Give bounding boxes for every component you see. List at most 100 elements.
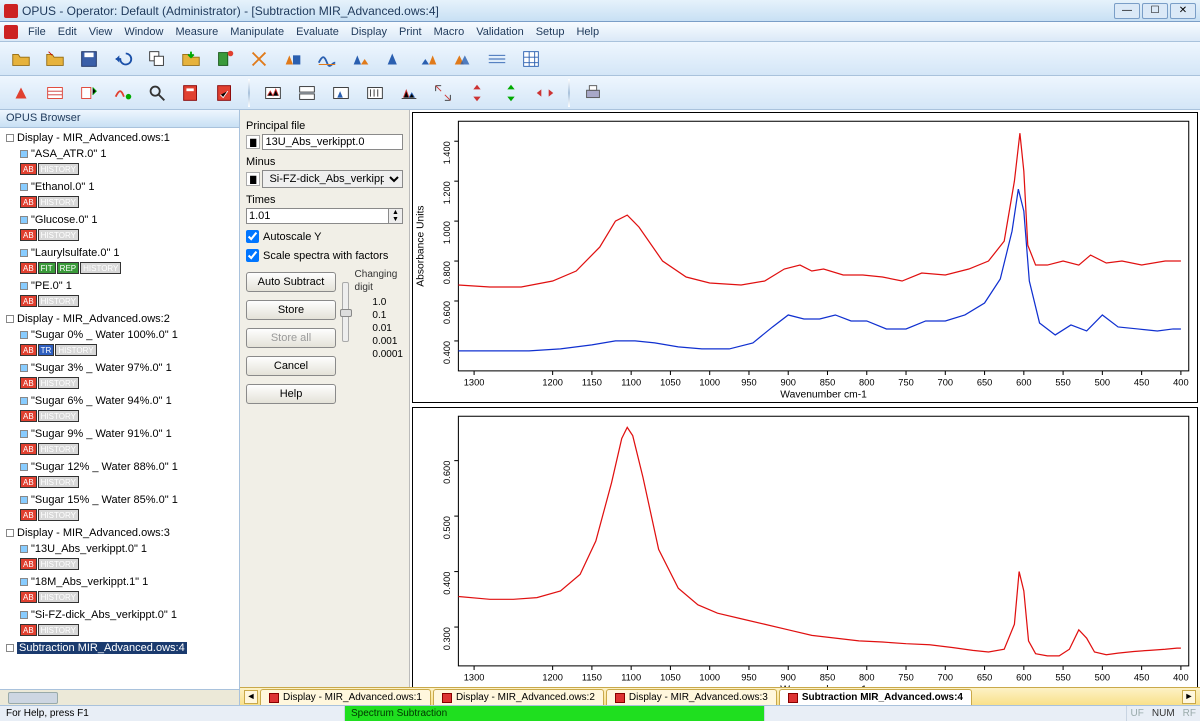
overlay-chart[interactable]: 0.4000.6000.8001.0001.2001.4001300120011… [412, 112, 1198, 403]
spectra-list-icon[interactable] [40, 78, 70, 108]
table-icon[interactable] [516, 44, 546, 74]
minimize-button[interactable]: — [1114, 3, 1140, 19]
stack-icon[interactable] [482, 44, 512, 74]
times-spinner[interactable]: ▲▼ [389, 208, 403, 224]
tree-group[interactable]: Subtraction MIR_Advanced.ows:4 [4, 640, 239, 656]
arrows-h-icon[interactable] [530, 78, 560, 108]
print-icon[interactable] [578, 78, 608, 108]
menu-edit[interactable]: Edit [52, 24, 83, 40]
minus-file-select[interactable]: Si-FZ-dick_Abs_verkipp [262, 170, 403, 188]
tree-item[interactable]: "Sugar 6% _ Water 94%.0" 1ABHISTORY [18, 393, 239, 426]
digit-option[interactable]: 0.0001 [372, 348, 403, 361]
store-button[interactable]: Store [246, 300, 336, 320]
cut-icon[interactable] [244, 44, 274, 74]
view-lines-icon[interactable] [360, 78, 390, 108]
tab-scroll-left[interactable]: ◄ [244, 690, 258, 704]
tree-item[interactable]: "13U_Abs_verkippt.0" 1ABHISTORY [18, 541, 239, 574]
document-tab[interactable]: Display - MIR_Advanced.ows:1 [260, 689, 431, 705]
cancel-button[interactable]: Cancel [246, 356, 336, 376]
file-tree[interactable]: Display - MIR_Advanced.ows:1"ASA_ATR.0" … [0, 128, 239, 689]
help-button[interactable]: Help [246, 384, 336, 404]
times-input[interactable] [246, 208, 389, 224]
library-icon[interactable] [176, 78, 206, 108]
tree-item[interactable]: "Sugar 3% _ Water 97%.0" 1ABHISTORY [18, 360, 239, 393]
tree-item[interactable]: "Sugar 9% _ Water 91%.0" 1ABHISTORY [18, 426, 239, 459]
tree-item[interactable]: "ASA_ATR.0" 1ABHISTORY [18, 146, 239, 179]
scale-factors-checkbox[interactable] [246, 249, 259, 262]
tree-item[interactable]: "18M_Abs_verkippt.1" 1ABHISTORY [18, 574, 239, 607]
measure-icon[interactable] [210, 44, 240, 74]
tree-group[interactable]: Display - MIR_Advanced.ows:1 [4, 130, 239, 146]
tree-item[interactable]: "Laurylsulfate.0" 1ABFITREPHISTORY [18, 245, 239, 278]
search-icon[interactable] [142, 78, 172, 108]
auto-bl-icon[interactable] [108, 78, 138, 108]
document-tab[interactable]: Display - MIR_Advanced.ows:2 [433, 689, 604, 705]
menu-window[interactable]: Window [118, 24, 169, 40]
tab-scroll-right[interactable]: ► [1182, 690, 1196, 704]
send-icon[interactable] [176, 44, 206, 74]
result-chart[interactable]: 0.3000.4000.5000.60013001200115011001050… [412, 407, 1198, 687]
tree-item[interactable]: "Glucose.0" 1ABHISTORY [18, 212, 239, 245]
menu-display[interactable]: Display [345, 24, 393, 40]
arrows-v2-icon[interactable] [496, 78, 526, 108]
quant-icon[interactable] [74, 78, 104, 108]
overlay-icon[interactable] [448, 44, 478, 74]
auto-subtract-button[interactable]: Auto Subtract [246, 272, 336, 292]
lib2-icon[interactable] [210, 78, 240, 108]
menu-measure[interactable]: Measure [169, 24, 224, 40]
svg-text:750: 750 [898, 672, 913, 682]
menu-macro[interactable]: Macro [428, 24, 471, 40]
changing-digit-label: Changing digit [355, 268, 403, 294]
maximize-button[interactable]: ☐ [1142, 3, 1168, 19]
tree-item[interactable]: "PE.0" 1ABHISTORY [18, 278, 239, 311]
tree-item[interactable]: "Sugar 0% _ Water 100%.0" 1ABTRHISTORY [18, 327, 239, 360]
expand-icon[interactable] [428, 78, 458, 108]
tree-item[interactable]: "Sugar 15% _ Water 85%.0" 1ABHISTORY [18, 492, 239, 525]
arrows-v-icon[interactable] [462, 78, 492, 108]
digit-option[interactable]: 0.1 [372, 309, 403, 322]
norm-icon[interactable] [414, 44, 444, 74]
cascade-icon[interactable] [142, 44, 172, 74]
document-tab[interactable]: Display - MIR_Advanced.ows:3 [606, 689, 777, 705]
peak1-icon[interactable] [6, 78, 36, 108]
autoscale-y-checkbox[interactable] [246, 230, 259, 243]
open2-icon[interactable] [40, 44, 70, 74]
menu-help[interactable]: Help [570, 24, 605, 40]
digit-option[interactable]: 0.001 [372, 335, 403, 348]
view-peaks-icon[interactable] [326, 78, 356, 108]
menu-setup[interactable]: Setup [530, 24, 571, 40]
menu-print[interactable]: Print [393, 24, 428, 40]
digit-option[interactable]: 0.01 [372, 322, 403, 335]
open-icon[interactable] [6, 44, 36, 74]
tree-group[interactable]: Display - MIR_Advanced.ows:3 [4, 525, 239, 541]
svg-text:550: 550 [1055, 377, 1070, 387]
save-icon[interactable] [74, 44, 104, 74]
tree-group[interactable]: Display - MIR_Advanced.ows:2 [4, 311, 239, 327]
baseline-icon[interactable] [312, 44, 342, 74]
view-multi-icon[interactable] [394, 78, 424, 108]
svg-text:1000: 1000 [699, 377, 720, 387]
menu-validation[interactable]: Validation [470, 24, 530, 40]
document-tabs: ◄ Display - MIR_Advanced.ows:1Display - … [240, 687, 1200, 705]
svg-text:900: 900 [780, 377, 795, 387]
undo-icon[interactable] [108, 44, 138, 74]
document-tab[interactable]: Subtraction MIR_Advanced.ows:4 [779, 689, 972, 705]
tree-item[interactable]: "Sugar 12% _ Water 88%.0" 1ABHISTORY [18, 459, 239, 492]
peaks-icon[interactable] [346, 44, 376, 74]
tree-item[interactable]: "Si-FZ-dick_Abs_verkippt.0" 1ABHISTORY [18, 607, 239, 640]
menu-file[interactable]: File [22, 24, 52, 40]
mode1-icon[interactable] [278, 44, 308, 74]
digit-option[interactable]: 1.0 [372, 296, 403, 309]
close-button[interactable]: ✕ [1170, 3, 1196, 19]
menu-manipulate[interactable]: Manipulate [224, 24, 290, 40]
digit-slider[interactable] [342, 282, 349, 342]
view-1-icon[interactable] [258, 78, 288, 108]
menu-view[interactable]: View [83, 24, 119, 40]
browser-h-scrollbar[interactable] [0, 689, 239, 705]
principal-file-input[interactable] [262, 134, 403, 150]
store-all-button[interactable]: Store all [246, 328, 336, 348]
menu-evaluate[interactable]: Evaluate [290, 24, 345, 40]
view-2-icon[interactable] [292, 78, 322, 108]
integr-icon[interactable] [380, 44, 410, 74]
tree-item[interactable]: "Ethanol.0" 1ABHISTORY [18, 179, 239, 212]
